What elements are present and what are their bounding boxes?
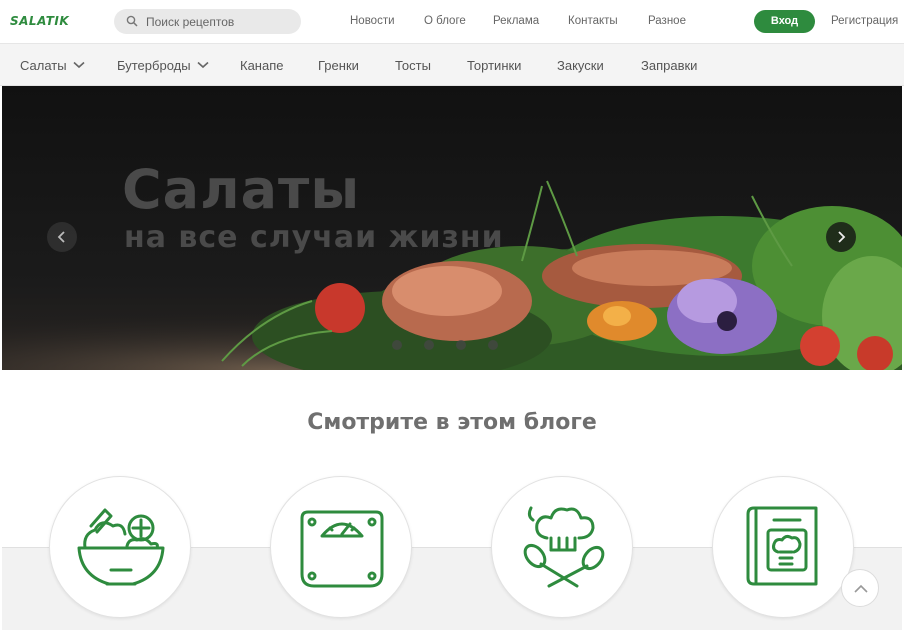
category-toasts[interactable]: Тосты: [395, 58, 431, 73]
category-canape[interactable]: Канапе: [240, 58, 283, 73]
salad-bowl-icon: [77, 508, 165, 586]
slider-prev-button[interactable]: [47, 222, 77, 252]
search-input[interactable]: [146, 13, 291, 30]
search-icon: [126, 15, 138, 27]
register-link[interactable]: Регистрация: [831, 15, 898, 27]
hero-slider: Салаты на все случаи жизни: [2, 86, 902, 370]
login-button[interactable]: Вход: [754, 10, 815, 33]
search-box[interactable]: [114, 9, 301, 34]
calories-circle-link[interactable]: [270, 476, 412, 618]
recipe-book-icon: [746, 506, 818, 586]
category-tartlets[interactable]: Тортинки: [467, 58, 521, 73]
category-label: Салаты: [20, 58, 67, 73]
chevron-right-icon: [838, 231, 846, 243]
chevron-left-icon: [57, 231, 65, 243]
nav-news[interactable]: Новости: [350, 15, 395, 27]
hero-title: Салаты: [122, 158, 361, 221]
category-label: Бутерброды: [117, 58, 191, 73]
slider-dot[interactable]: [392, 340, 402, 350]
site-logo[interactable]: SALATIK: [10, 14, 69, 28]
category-bar: Салаты Бутерброды Канапе Гренки Тосты То…: [0, 44, 904, 86]
category-salads[interactable]: Салаты: [20, 58, 85, 73]
nav-ads[interactable]: Реклама: [493, 15, 539, 27]
chef-hat-utensils-icon: [523, 506, 605, 588]
top-header: SALATIK Новости О блоге Реклама Контакты…: [0, 0, 904, 44]
slider-dot[interactable]: [456, 340, 466, 350]
category-snacks[interactable]: Закуски: [557, 58, 604, 73]
category-croutons[interactable]: Гренки: [318, 58, 359, 73]
cooking-circle-link[interactable]: [491, 476, 633, 618]
section-title: Смотрите в этом блоге: [307, 410, 597, 435]
chevron-down-icon: [73, 61, 85, 69]
recipes-circle-link[interactable]: [712, 476, 854, 618]
nav-contacts[interactable]: Контакты: [568, 15, 618, 27]
salads-circle-link[interactable]: [49, 476, 191, 618]
slider-next-button[interactable]: [826, 222, 856, 252]
nav-about[interactable]: О блоге: [424, 15, 466, 27]
slider-dot[interactable]: [424, 340, 434, 350]
slider-dot[interactable]: [488, 340, 498, 350]
category-dressings[interactable]: Заправки: [641, 58, 697, 73]
chevron-down-icon: [197, 61, 209, 69]
hero-subtitle: на все случаи жизни: [124, 220, 504, 255]
scroll-to-top-button[interactable]: [841, 569, 879, 607]
kitchen-scale-icon: [300, 510, 384, 588]
chevron-up-icon: [854, 584, 868, 593]
category-sandwiches[interactable]: Бутерброды: [117, 58, 209, 73]
nav-misc[interactable]: Разное: [648, 15, 686, 27]
